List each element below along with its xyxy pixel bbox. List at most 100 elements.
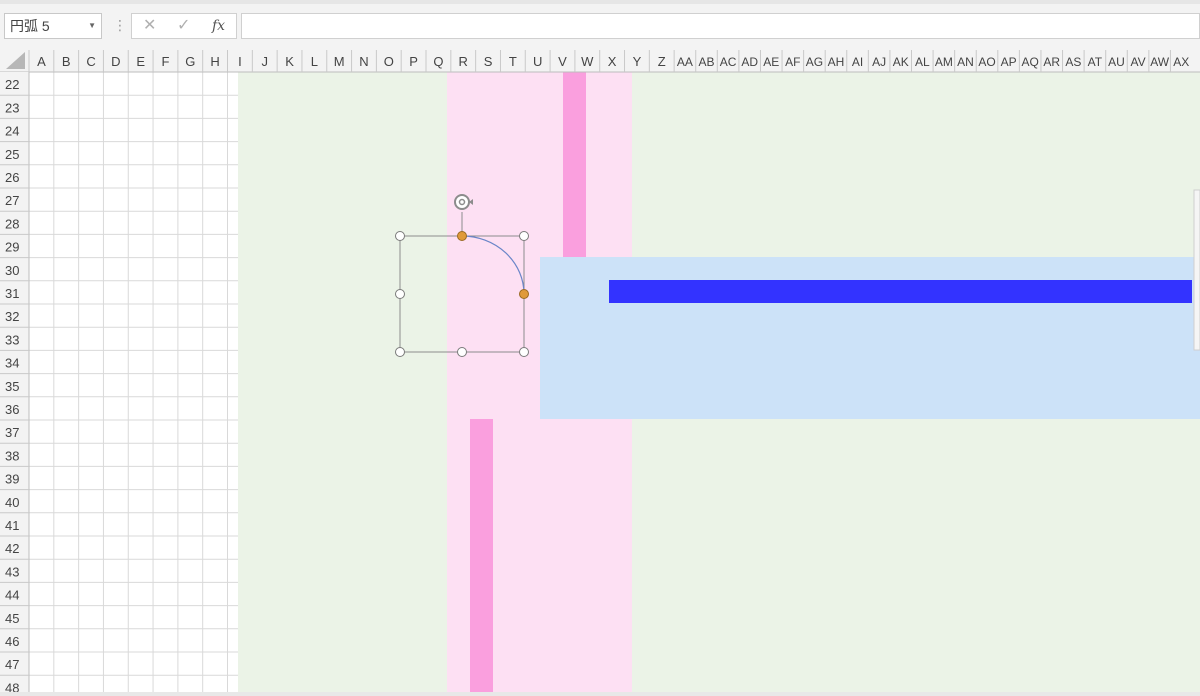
blue-bar: [609, 280, 1192, 303]
column-header-e[interactable]: E: [136, 54, 145, 69]
row-header-47[interactable]: 47: [5, 657, 19, 672]
column-header-aw[interactable]: AW: [1150, 55, 1170, 69]
row-header-28[interactable]: 28: [5, 216, 19, 231]
row-header-30[interactable]: 30: [5, 263, 19, 278]
row-header-38[interactable]: 38: [5, 448, 19, 463]
resize-handle[interactable]: [395, 231, 405, 241]
column-header-ac[interactable]: AC: [720, 55, 737, 69]
row-header-39[interactable]: 39: [5, 472, 19, 487]
column-header-as[interactable]: AS: [1065, 55, 1081, 69]
row-header-32[interactable]: 32: [5, 309, 19, 324]
column-header-i[interactable]: I: [238, 54, 242, 69]
column-header-ai[interactable]: AI: [852, 55, 863, 69]
resize-handle[interactable]: [519, 347, 529, 357]
column-header-j[interactable]: J: [261, 54, 268, 69]
column-header-d[interactable]: D: [111, 54, 120, 69]
formula-input[interactable]: [241, 13, 1200, 39]
worksheet-canvas[interactable]: A B C D E F G H I J K L M N O P Q R S T U V W X Y Z AA AB AC AD AE AF AG…: [0, 48, 1200, 696]
arc-adjust-handle-start[interactable]: [457, 231, 467, 241]
row-header-26[interactable]: 26: [5, 170, 19, 185]
row-header-40[interactable]: 40: [5, 495, 19, 510]
sheet-tab-strip: [0, 692, 1200, 696]
insert-function-icon[interactable]: fx: [212, 17, 225, 35]
column-header-u[interactable]: U: [533, 54, 542, 69]
column-header-a[interactable]: A: [37, 54, 46, 69]
resize-handle[interactable]: [395, 347, 405, 357]
column-header-b[interactable]: B: [62, 54, 71, 69]
column-header-g[interactable]: G: [185, 54, 195, 69]
column-header-ax[interactable]: AX: [1173, 55, 1189, 69]
row-header-22[interactable]: 22: [5, 77, 19, 92]
column-header-av[interactable]: AV: [1130, 55, 1145, 69]
column-header-ak[interactable]: AK: [893, 55, 909, 69]
row-header-43[interactable]: 43: [5, 564, 19, 579]
row-header-25[interactable]: 25: [5, 147, 19, 162]
column-header-an[interactable]: AN: [957, 55, 974, 69]
enter-check-icon[interactable]: ✓: [177, 17, 190, 35]
resize-handle[interactable]: [457, 347, 467, 357]
column-header-ap[interactable]: AP: [1001, 55, 1017, 69]
row-header-35[interactable]: 35: [5, 379, 19, 394]
row-header-45[interactable]: 45: [5, 611, 19, 626]
row-header-34[interactable]: 34: [5, 356, 19, 371]
column-header-ag[interactable]: AG: [806, 55, 823, 69]
column-header-q[interactable]: Q: [433, 54, 443, 69]
row-header-33[interactable]: 33: [5, 332, 19, 347]
pink-bar-top: [563, 72, 586, 257]
column-header-au[interactable]: AU: [1108, 55, 1125, 69]
vertical-scrollbar[interactable]: [1193, 189, 1200, 351]
column-header-r[interactable]: R: [459, 54, 468, 69]
column-header-v[interactable]: V: [558, 54, 567, 69]
column-header-h[interactable]: H: [210, 54, 219, 69]
row-header-23[interactable]: 23: [5, 100, 19, 115]
row-header-46[interactable]: 46: [5, 634, 19, 649]
column-header-aq[interactable]: AQ: [1022, 55, 1039, 69]
column-header-ab[interactable]: AB: [699, 55, 715, 69]
column-header-f[interactable]: F: [161, 54, 169, 69]
column-header-am[interactable]: AM: [935, 55, 953, 69]
column-header-aa[interactable]: AA: [677, 55, 693, 69]
worksheet-grid[interactable]: A B C D E F G H I J K L M N O P Q R S T U V W X Y Z AA AB AC AD AE AF AG…: [0, 48, 1200, 696]
column-header-y[interactable]: Y: [633, 54, 642, 69]
cancel-x-icon[interactable]: ✕: [143, 17, 156, 35]
column-header-ad[interactable]: AD: [741, 55, 758, 69]
row-header-29[interactable]: 29: [5, 240, 19, 255]
column-header-ar[interactable]: AR: [1043, 55, 1060, 69]
column-header-l[interactable]: L: [311, 54, 318, 69]
resize-handle[interactable]: [395, 289, 405, 299]
column-header-al[interactable]: AL: [915, 55, 930, 69]
column-header-x[interactable]: X: [608, 54, 617, 69]
name-box[interactable]: 円弧 5 ▼: [4, 13, 102, 39]
resize-handle[interactable]: [519, 231, 529, 241]
row-header-31[interactable]: 31: [5, 286, 19, 301]
rotate-icon[interactable]: [454, 194, 470, 210]
column-header-s[interactable]: S: [484, 54, 493, 69]
column-header-t[interactable]: T: [509, 54, 517, 69]
column-header-w[interactable]: W: [581, 54, 594, 69]
column-header-z[interactable]: Z: [658, 54, 666, 69]
formula-bar-area: 円弧 5 ▼ ⋮ ✕ ✓ fx: [0, 0, 1200, 50]
column-header-p[interactable]: P: [409, 54, 418, 69]
more-options-icon[interactable]: ⋮: [113, 16, 127, 34]
row-header-44[interactable]: 44: [5, 588, 19, 603]
column-header-aj[interactable]: AJ: [872, 55, 886, 69]
column-header-m[interactable]: M: [334, 54, 345, 69]
column-header-n[interactable]: N: [359, 54, 368, 69]
row-header-41[interactable]: 41: [5, 518, 19, 533]
column-header-ae[interactable]: AE: [763, 55, 779, 69]
row-header-42[interactable]: 42: [5, 541, 19, 556]
arc-adjust-handle-end[interactable]: [519, 289, 529, 299]
pink-bar-bottom: [470, 419, 493, 696]
column-header-k[interactable]: K: [285, 54, 294, 69]
column-header-c[interactable]: C: [86, 54, 95, 69]
chevron-down-icon[interactable]: ▼: [88, 14, 96, 38]
column-header-ao[interactable]: AO: [978, 55, 995, 69]
column-header-ah[interactable]: AH: [828, 55, 845, 69]
row-header-27[interactable]: 27: [5, 193, 19, 208]
column-header-af[interactable]: AF: [785, 55, 800, 69]
row-header-24[interactable]: 24: [5, 124, 19, 139]
row-header-36[interactable]: 36: [5, 402, 19, 417]
row-header-37[interactable]: 37: [5, 425, 19, 440]
column-header-o[interactable]: O: [384, 54, 394, 69]
column-header-at[interactable]: AT: [1088, 55, 1103, 69]
